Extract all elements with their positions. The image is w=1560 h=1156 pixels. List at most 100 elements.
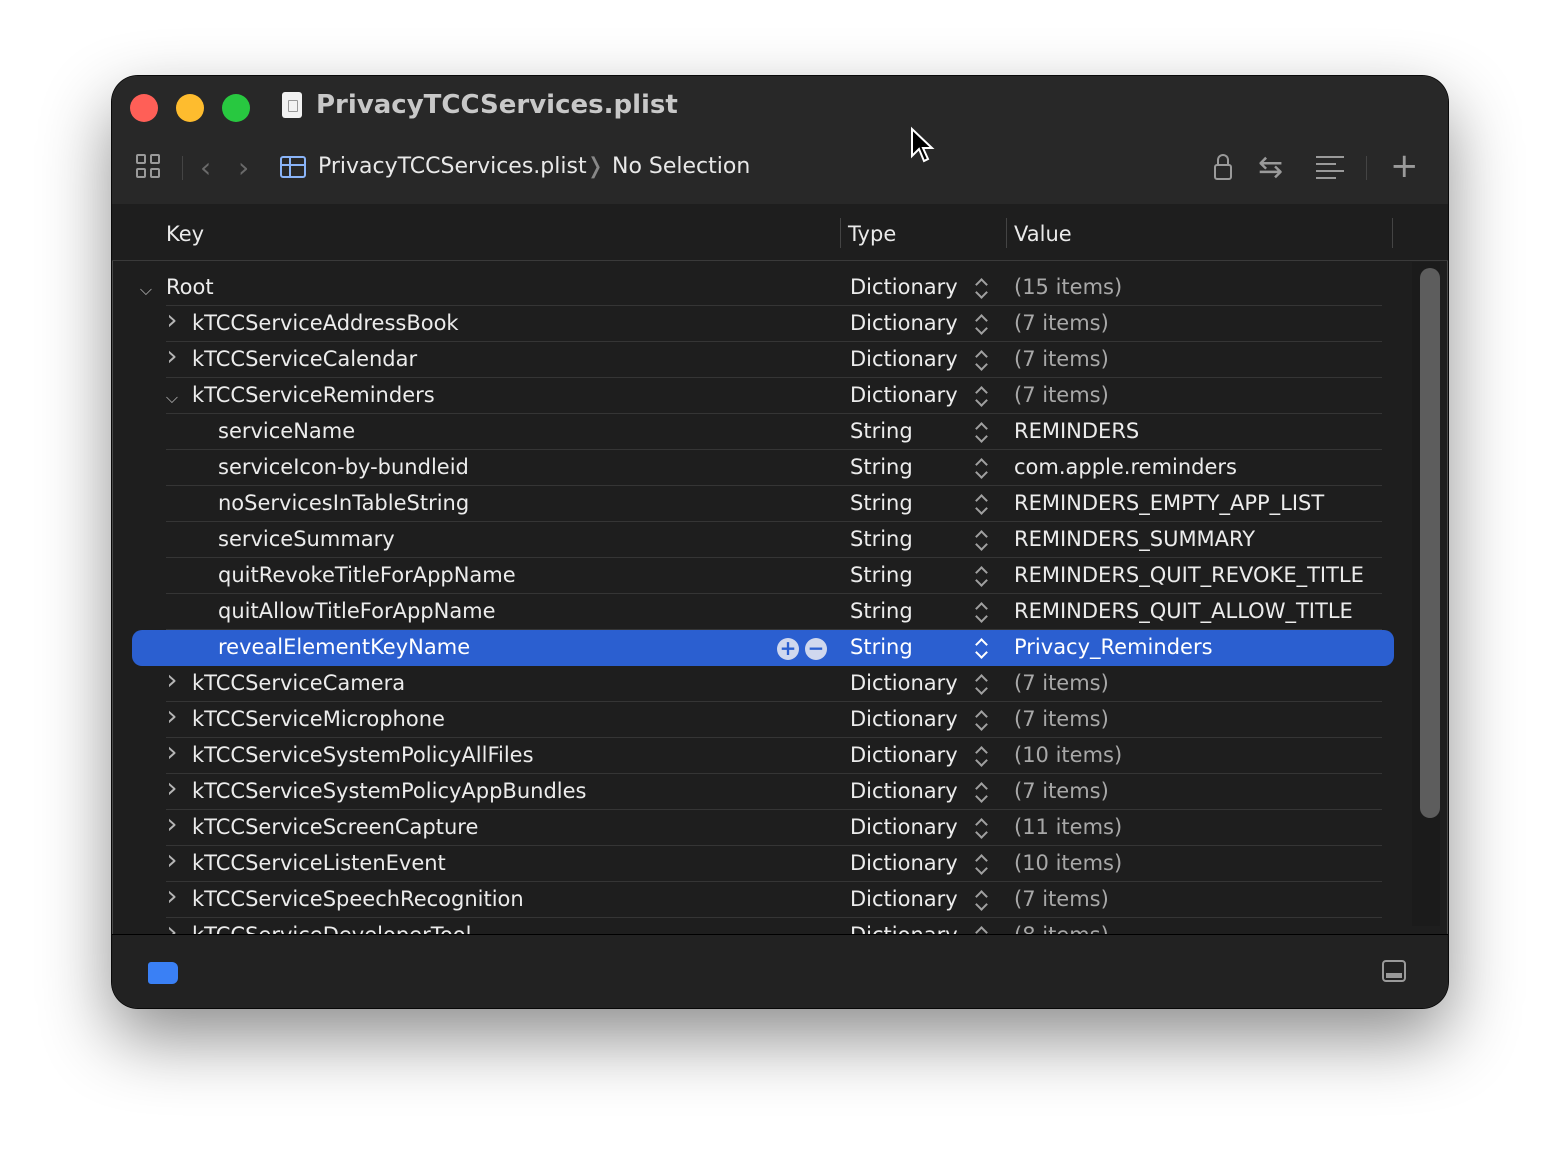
row-type[interactable]: Dictionary — [850, 707, 958, 731]
table-row[interactable]: › kTCCServiceAddressBook Dictionary (7 item… — [112, 306, 1412, 342]
type-stepper-icon[interactable] — [974, 781, 990, 803]
type-stepper-icon[interactable] — [974, 853, 990, 875]
disclosure-collapsed-icon[interactable]: › — [162, 306, 182, 334]
add-row-button[interactable]: + — [777, 638, 799, 660]
scrollbar-thumb[interactable] — [1420, 268, 1440, 818]
table-row[interactable]: › kTCCServiceListenEvent Dictionary (10 ite… — [112, 846, 1412, 882]
row-type[interactable]: Dictionary — [850, 671, 958, 695]
row-value[interactable]: (7 items) — [1014, 383, 1109, 407]
document-icon[interactable] — [282, 92, 302, 118]
type-stepper-icon[interactable] — [974, 673, 990, 695]
row-key[interactable]: kTCCServiceCamera — [192, 671, 405, 695]
table-row[interactable]: › kTCCServiceScreenCapture Dictionary (11 i… — [112, 810, 1412, 846]
row-type[interactable]: Dictionary — [850, 383, 958, 407]
table-row[interactable]: quitRevokeTitleForAppName String REMINDERS… — [112, 558, 1412, 594]
table-row[interactable]: › kTCCServiceCalendar Dictionary (7 items) — [112, 342, 1412, 378]
disclosure-collapsed-icon[interactable]: › — [162, 666, 182, 694]
row-type[interactable]: String — [850, 527, 913, 551]
minimize-button[interactable] — [176, 94, 204, 122]
disclosure-expanded-icon[interactable]: ⌵ — [162, 386, 182, 410]
type-stepper-icon[interactable] — [974, 457, 990, 479]
type-stepper-icon[interactable] — [974, 889, 990, 911]
table-row[interactable]: ⌵ Root Dictionary (15 items) — [112, 270, 1412, 306]
table-row[interactable]: › kTCCServiceCamera Dictionary (7 items) — [112, 666, 1412, 702]
table-row[interactable]: › kTCCServiceMicrophone Dictionary (7 items… — [112, 702, 1412, 738]
row-key[interactable]: quitAllowTitleForAppName — [218, 599, 496, 623]
row-key[interactable]: kTCCServiceDeveloperTool — [192, 923, 472, 934]
disclosure-collapsed-icon[interactable]: › — [162, 342, 182, 370]
row-type[interactable]: Dictionary — [850, 779, 958, 803]
row-key[interactable]: kTCCServiceAddressBook — [192, 311, 459, 335]
type-stepper-icon[interactable] — [974, 313, 990, 335]
row-key[interactable]: serviceSummary — [218, 527, 395, 551]
table-row[interactable]: › kTCCServiceDeveloperTool Dictionary (8 it… — [112, 918, 1412, 935]
type-stepper-icon[interactable] — [974, 385, 990, 407]
breadcrumb-file[interactable]: PrivacyTCCServices.plist — [318, 154, 587, 179]
row-key[interactable]: kTCCServiceSpeechRecognition — [192, 887, 524, 911]
row-key[interactable]: Root — [166, 275, 214, 299]
table-row[interactable]: serviceSummary String REMINDERS_SUMMARY — [112, 522, 1412, 558]
table-row[interactable]: › kTCCServiceSystemPolicyAppBundles Dictio… — [112, 774, 1412, 810]
row-value[interactable]: (7 items) — [1014, 671, 1109, 695]
remove-row-button[interactable]: − — [805, 638, 827, 660]
table-row[interactable]: › kTCCServiceSpeechRecognition Dictionary (… — [112, 882, 1412, 918]
row-value[interactable]: REMINDERS_SUMMARY — [1014, 527, 1255, 551]
table-row[interactable]: ⌵ kTCCServiceReminders Dictionary (7 items) — [112, 378, 1412, 414]
type-stepper-icon[interactable] — [974, 601, 990, 623]
forward-chevron-icon[interactable]: › — [238, 154, 249, 182]
row-value[interactable]: REMINDERS_QUIT_ALLOW_TITLE — [1014, 599, 1353, 623]
row-type[interactable]: Dictionary — [850, 311, 958, 335]
row-value[interactable]: (11 items) — [1014, 815, 1122, 839]
row-value[interactable]: REMINDERS_EMPTY_APP_LIST — [1014, 491, 1324, 515]
disclosure-collapsed-icon[interactable]: › — [162, 702, 182, 730]
row-type[interactable]: String — [850, 599, 913, 623]
row-key[interactable]: revealElementKeyName — [218, 635, 470, 659]
row-type[interactable]: Dictionary — [850, 275, 958, 299]
row-type[interactable]: String — [850, 563, 913, 587]
column-value[interactable]: Value — [1014, 222, 1072, 246]
back-chevron-icon[interactable]: ‹ — [200, 154, 211, 182]
table-row-selected[interactable]: revealElementKeyName + − String Privacy_Remi… — [112, 630, 1412, 666]
table-row[interactable]: serviceName String REMINDERS — [112, 414, 1412, 450]
type-stepper-icon[interactable] — [974, 745, 990, 767]
row-value[interactable]: (7 items) — [1014, 887, 1109, 911]
type-stepper-icon[interactable] — [974, 565, 990, 587]
type-stepper-icon[interactable] — [974, 637, 990, 659]
type-stepper-icon[interactable] — [974, 421, 990, 443]
disclosure-collapsed-icon[interactable]: › — [162, 774, 182, 802]
row-type[interactable]: Dictionary — [850, 743, 958, 767]
row-value[interactable]: com.apple.reminders — [1014, 455, 1237, 479]
row-value[interactable]: (15 items) — [1014, 275, 1122, 299]
type-stepper-icon[interactable] — [974, 493, 990, 515]
row-key[interactable]: kTCCServiceSystemPolicyAllFiles — [192, 743, 534, 767]
plus-icon[interactable]: + — [1390, 146, 1419, 186]
row-key[interactable]: noServicesInTableString — [218, 491, 469, 515]
row-value[interactable]: REMINDERS — [1014, 419, 1139, 443]
table-row[interactable]: › kTCCServiceSystemPolicyAllFiles Dictiona… — [112, 738, 1412, 774]
row-type[interactable]: Dictionary — [850, 347, 958, 371]
row-key[interactable]: kTCCServiceMicrophone — [192, 707, 445, 731]
close-button[interactable] — [130, 94, 158, 122]
row-value[interactable]: (7 items) — [1014, 311, 1109, 335]
tag-icon[interactable] — [148, 962, 178, 984]
disclosure-expanded-icon[interactable]: ⌵ — [136, 278, 156, 302]
text-align-icon[interactable] — [1316, 156, 1344, 180]
grid-icon[interactable] — [136, 154, 164, 182]
type-stepper-icon[interactable] — [974, 925, 990, 934]
swap-icon[interactable]: ⇆ — [1258, 150, 1283, 185]
disclosure-collapsed-icon[interactable]: › — [162, 810, 182, 838]
zoom-button[interactable] — [222, 94, 250, 122]
type-stepper-icon[interactable] — [974, 529, 990, 551]
column-key[interactable]: Key — [166, 222, 204, 246]
row-type[interactable]: Dictionary — [850, 815, 958, 839]
disclosure-collapsed-icon[interactable]: › — [162, 882, 182, 910]
row-type[interactable]: String — [850, 635, 913, 659]
disclosure-collapsed-icon[interactable]: › — [162, 738, 182, 766]
type-stepper-icon[interactable] — [974, 349, 990, 371]
panel-toggle-icon[interactable] — [1382, 960, 1406, 982]
row-key[interactable]: kTCCServiceCalendar — [192, 347, 417, 371]
row-key[interactable]: serviceName — [218, 419, 355, 443]
disclosure-collapsed-icon[interactable]: › — [162, 918, 182, 935]
type-stepper-icon[interactable] — [974, 277, 990, 299]
column-type[interactable]: Type — [848, 222, 896, 246]
